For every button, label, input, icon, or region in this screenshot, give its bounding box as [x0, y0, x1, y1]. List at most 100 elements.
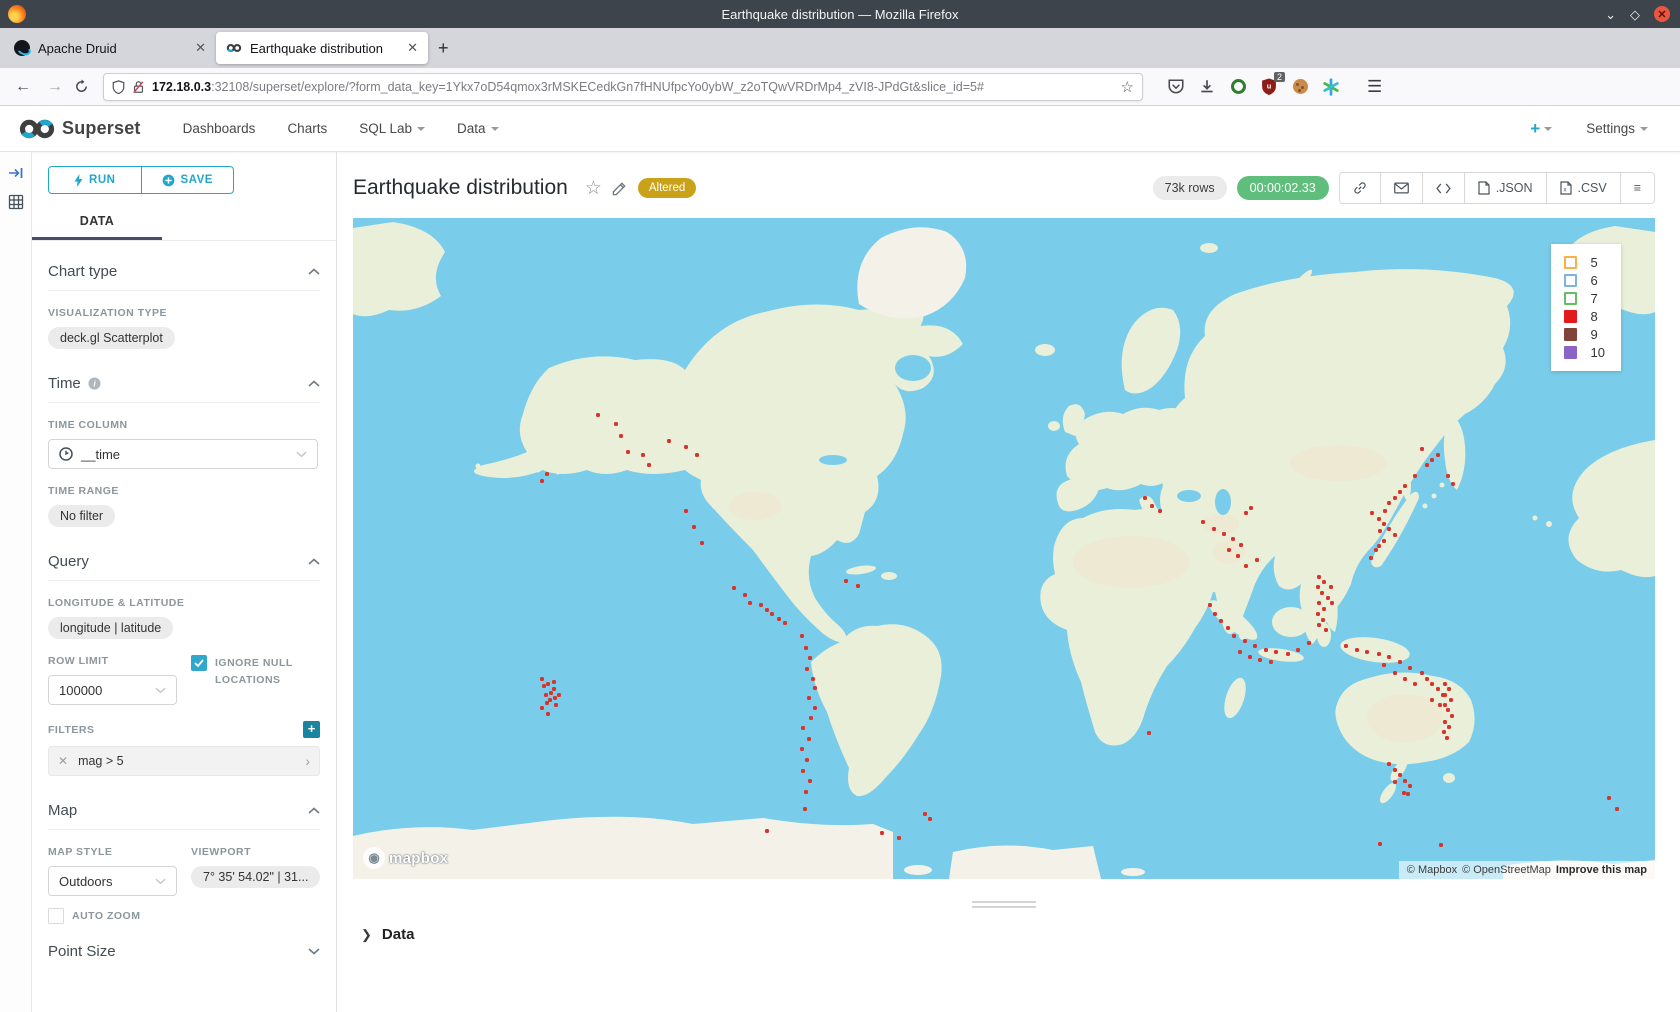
nav-sql-lab[interactable]: SQL Lab: [343, 121, 441, 136]
chevron-right-icon[interactable]: ›: [305, 753, 310, 769]
minimize-icon[interactable]: ⌄: [1605, 8, 1616, 21]
bolt-icon: [74, 174, 83, 187]
collapse-panel-icon[interactable]: [8, 166, 24, 180]
earthquake-point: [1446, 474, 1450, 478]
nav-charts[interactable]: Charts: [271, 121, 343, 136]
earthquake-point: [1269, 660, 1273, 664]
asterisk-extension-icon[interactable]: [1322, 78, 1340, 96]
embed-code-button[interactable]: [1423, 173, 1465, 203]
ignore-null-checkbox[interactable]: [191, 655, 207, 671]
url-text[interactable]: 172.18.0.3:32108/superset/explore/?form_…: [152, 80, 1114, 94]
legend-item[interactable]: 8: [1564, 309, 1605, 324]
earthquake-point: [804, 646, 808, 650]
close-window-icon[interactable]: ✕: [1654, 6, 1670, 22]
resize-handle[interactable]: [972, 901, 1036, 908]
earthquake-point: [1393, 780, 1397, 784]
earthquake-point: [546, 712, 550, 716]
earthquake-point: [1420, 447, 1424, 451]
viz-type-pill[interactable]: deck.gl Scatterplot: [48, 327, 175, 349]
add-new-button[interactable]: +: [1530, 119, 1552, 139]
earthquake-point: [1403, 677, 1407, 681]
window-titlebar: Earthquake distribution — Mozilla Firefo…: [0, 0, 1680, 28]
mapbox-logo[interactable]: ◉ mapbox: [363, 847, 448, 869]
legend-item[interactable]: 6: [1564, 273, 1605, 288]
attribution-osm[interactable]: © OpenStreetMap: [1462, 864, 1551, 876]
earthquake-point: [1398, 773, 1402, 777]
section-time[interactable]: Time i: [48, 375, 320, 403]
earthquake-point: [1450, 714, 1454, 718]
export-json-button[interactable]: .JSON: [1465, 173, 1547, 203]
nav-dashboards[interactable]: Dashboards: [167, 121, 272, 136]
add-filter-button[interactable]: +: [303, 721, 320, 738]
maximize-icon[interactable]: ◇: [1630, 8, 1640, 21]
map-attribution: © Mapbox © OpenStreetMap Improve this ma…: [1399, 861, 1655, 879]
favorite-star-icon[interactable]: ☆: [585, 177, 602, 200]
time-column-select[interactable]: __time: [48, 439, 318, 469]
earthquake-point: [1436, 687, 1440, 691]
new-tab-button[interactable]: +: [438, 38, 449, 59]
menu-icon[interactable]: ☰: [1367, 77, 1382, 97]
email-button[interactable]: [1381, 173, 1423, 203]
earthquake-point: [545, 472, 549, 476]
pocket-icon[interactable]: [1167, 78, 1185, 96]
row-limit-select[interactable]: 100000: [48, 675, 177, 705]
earthquake-point: [1425, 463, 1429, 467]
map-style-select[interactable]: Outdoors: [48, 866, 177, 896]
tab-apache-druid[interactable]: Apache Druid ✕: [4, 32, 216, 64]
deckgl-scatterplot-map[interactable]: 5 6 7 8 9 10 ◉ mapbox © Mapbox © OpenStreetMa…: [353, 218, 1655, 879]
ublock-shield-icon[interactable]: u 2: [1260, 78, 1278, 96]
section-query[interactable]: Query: [48, 553, 320, 581]
earthquake-point: [800, 747, 804, 751]
bookmark-star-icon[interactable]: ☆: [1121, 78, 1134, 96]
data-collapse-row[interactable]: ❯ Data: [353, 926, 1655, 943]
filter-pill[interactable]: ✕ mag > 5 ›: [48, 746, 320, 776]
section-map[interactable]: Map: [48, 802, 320, 830]
section-point-size[interactable]: Point Size: [48, 943, 320, 970]
export-csv-button[interactable]: x .CSV: [1547, 173, 1621, 203]
dataset-grid-icon[interactable]: [8, 194, 24, 210]
tab-close-icon[interactable]: ✕: [407, 40, 418, 56]
earthquake-point: [1387, 762, 1391, 766]
earthquake-point: [626, 450, 630, 454]
section-chart-type[interactable]: Chart type: [48, 263, 320, 291]
reload-icon[interactable]: [74, 79, 89, 94]
tab-earthquake-distribution[interactable]: Earthquake distribution ✕: [216, 32, 428, 64]
attribution-improve-link[interactable]: Improve this map: [1556, 864, 1647, 876]
viewport-pill[interactable]: 7° 35' 54.02" | 31...: [191, 866, 320, 888]
nav-data[interactable]: Data: [441, 121, 515, 136]
time-range-pill[interactable]: No filter: [48, 505, 115, 527]
tab-data[interactable]: DATA: [32, 206, 162, 240]
earthquake-point: [800, 634, 804, 638]
earthquake-point: [1355, 648, 1359, 652]
insecure-lock-icon[interactable]: [132, 80, 145, 94]
lonlat-pill[interactable]: longitude | latitude: [48, 617, 173, 639]
legend-item[interactable]: 10: [1564, 345, 1605, 360]
extension-green-icon[interactable]: [1229, 78, 1247, 96]
legend-item[interactable]: 5: [1564, 255, 1605, 270]
edit-icon[interactable]: [612, 181, 627, 196]
url-bar[interactable]: 172.18.0.3:32108/superset/explore/?form_…: [103, 73, 1143, 101]
cookie-extension-icon[interactable]: [1291, 78, 1309, 96]
forward-icon[interactable]: →: [42, 78, 68, 96]
shield-icon[interactable]: [112, 80, 125, 94]
altered-badge[interactable]: Altered: [638, 178, 696, 198]
earthquake-point: [811, 677, 815, 681]
auto-zoom-checkbox[interactable]: [48, 908, 64, 924]
auto-zoom-label: AUTO ZOOM: [72, 908, 140, 925]
legend-item[interactable]: 7: [1564, 291, 1605, 306]
settings-menu[interactable]: Settings: [1586, 121, 1648, 136]
superset-logo[interactable]: Superset: [18, 118, 141, 140]
download-icon[interactable]: [1198, 78, 1216, 96]
tab-close-icon[interactable]: ✕: [195, 40, 206, 56]
legend-item[interactable]: 9: [1564, 327, 1605, 342]
attribution-mapbox[interactable]: © Mapbox: [1407, 864, 1457, 876]
save-button[interactable]: SAVE: [142, 167, 234, 193]
share-link-button[interactable]: [1340, 173, 1381, 203]
back-icon[interactable]: ←: [10, 78, 36, 96]
earthquake-point: [805, 667, 809, 671]
remove-filter-icon[interactable]: ✕: [58, 754, 68, 768]
earthquake-point: [1387, 527, 1391, 531]
chart-menu-button[interactable]: ≡: [1621, 173, 1654, 203]
run-button[interactable]: RUN: [49, 167, 142, 193]
earthquake-point: [1322, 580, 1326, 584]
